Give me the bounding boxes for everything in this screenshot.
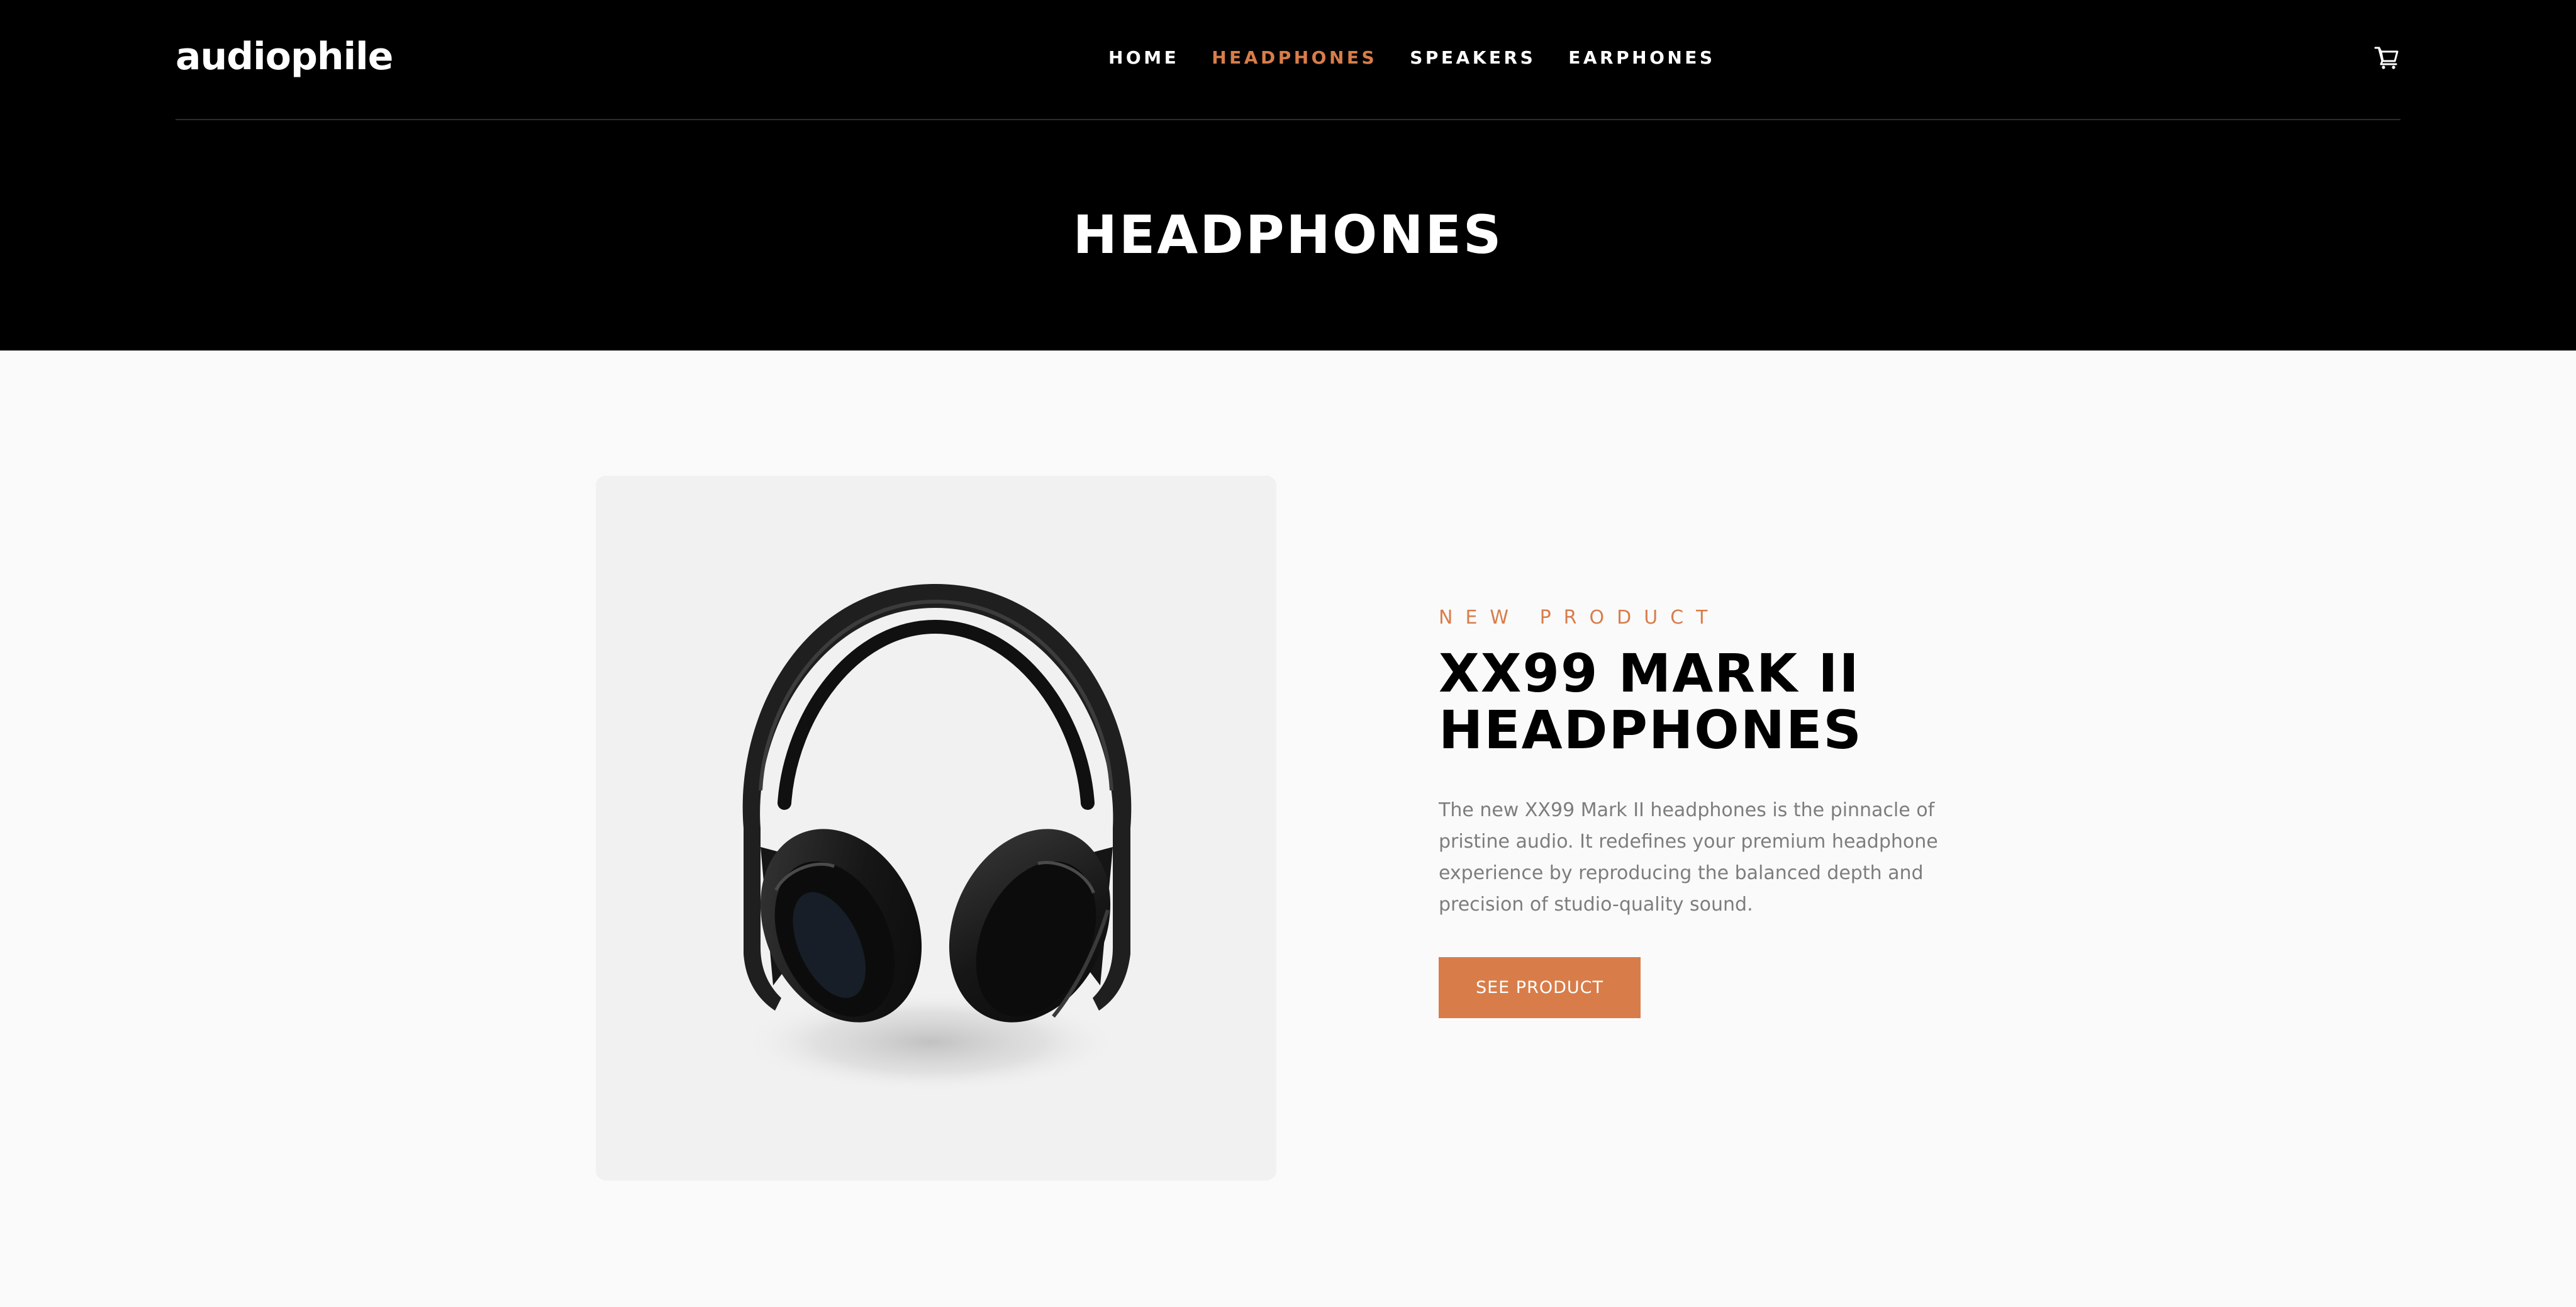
product-image xyxy=(596,476,1276,1181)
page-title: HEADPHONES xyxy=(1073,204,1503,266)
main-nav: HOME HEADPHONES SPEAKERS EARPHONES xyxy=(1108,45,1715,70)
header-divider xyxy=(176,119,2400,120)
site-header: audiophile HOME HEADPHONES SPEAKERS EARP… xyxy=(0,0,2576,351)
product-name: XX99 MARK II HEADPHONES xyxy=(1439,642,1863,761)
nav-item-headphones[interactable]: HEADPHONES xyxy=(1212,45,1377,70)
nav-item-speakers[interactable]: SPEAKERS xyxy=(1410,45,1536,70)
product-description: The new XX99 Mark II headphones is the p… xyxy=(1439,799,1938,916)
headphones-image xyxy=(742,584,1132,1092)
nav-item-home[interactable]: HOME xyxy=(1108,45,1179,70)
see-product-button[interactable]: SEE PRODUCT xyxy=(1439,957,1641,1018)
nav-item-earphones[interactable]: EARPHONES xyxy=(1568,45,1715,70)
new-product-label: NEW PRODUCT xyxy=(1439,607,1720,629)
logo[interactable]: audiophile xyxy=(176,33,393,81)
cart-icon[interactable] xyxy=(2373,44,2400,70)
